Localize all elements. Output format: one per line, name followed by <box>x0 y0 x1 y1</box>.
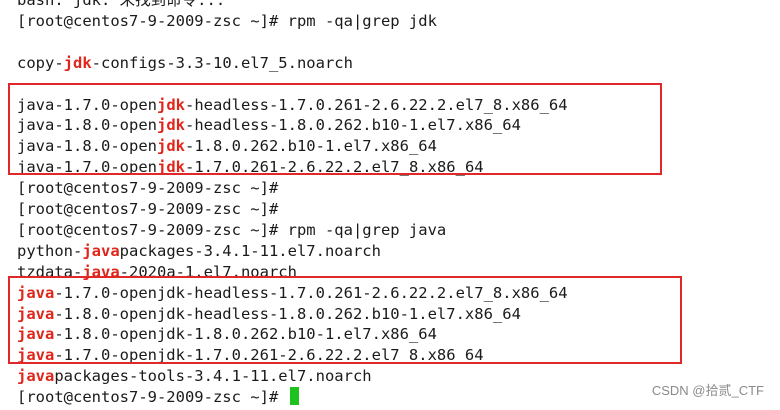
terminal-text: copy- <box>17 53 64 72</box>
highlight-box-jdk-results <box>8 83 662 175</box>
grep-match-highlight: java <box>82 241 120 260</box>
terminal-line: [root@centos7-9-2009-zsc ~]# <box>17 199 278 220</box>
terminal-cursor[interactable] <box>289 387 299 406</box>
terminal-text: python- <box>17 241 83 260</box>
terminal-line: [root@centos7-9-2009-zsc ~]# rpm -qa|gre… <box>17 11 437 32</box>
terminal-text: packages-3.4.1-11.el7.noarch <box>119 241 381 260</box>
terminal-window[interactable]: bash: jdk: 未找到命令... [root@centos7-9-2009-… <box>0 0 780 410</box>
terminal-text: [root@centos7-9-2009-zsc ~]# rpm -qa|gre… <box>17 220 447 239</box>
highlight-box-java-openjdk-results <box>8 276 682 364</box>
terminal-text: [root@centos7-9-2009-zsc ~]# <box>17 179 279 198</box>
terminal-line: copy-jdk-configs-3.3-10.el7_5.noarch <box>17 53 353 74</box>
terminal-line: [root@centos7-9-2009-zsc ~]# <box>17 387 299 408</box>
terminal-text: [root@centos7-9-2009-zsc ~]# <box>17 200 279 218</box>
terminal-line: [root@centos7-9-2009-zsc ~]# rpm -qa|gre… <box>17 220 446 241</box>
terminal-text: [root@centos7-9-2009-zsc ~]# rpm -qa|gre… <box>17 11 437 30</box>
grep-match-highlight: java <box>17 367 55 386</box>
terminal-line: bash: jdk: 未找到命令... <box>17 0 225 11</box>
terminal-text: bash: jdk: 未找到命令... <box>17 0 226 9</box>
grep-match-highlight: jdk <box>63 53 92 72</box>
csdn-watermark: CSDN @拾贰_CTF <box>651 383 764 398</box>
terminal-line: javapackages-tools-3.4.1-11.el7.noarch <box>17 366 372 387</box>
terminal-text: [root@centos7-9-2009-zsc ~]# <box>17 388 288 407</box>
terminal-line: [root@centos7-9-2009-zsc ~]# <box>17 178 278 199</box>
terminal-text: packages-tools-3.4.1-11.el7.noarch <box>54 367 372 386</box>
terminal-text: -configs-3.3-10.el7_5.noarch <box>91 53 353 72</box>
terminal-line: python-javapackages-3.4.1-11.el7.noarch <box>17 241 381 262</box>
